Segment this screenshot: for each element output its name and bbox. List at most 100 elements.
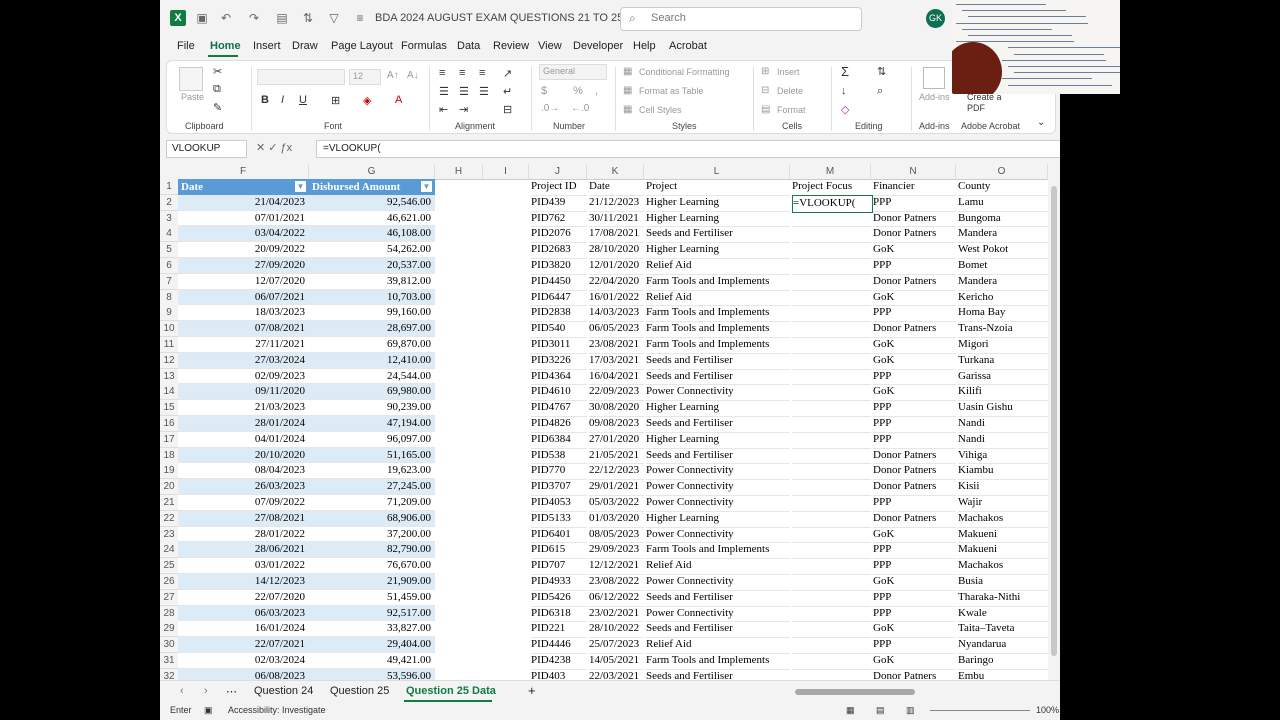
table-cell-amount[interactable]: 96,097.00 (309, 432, 435, 448)
table-header[interactable]: Financier (873, 179, 956, 196)
insert-button[interactable]: Insert (777, 67, 800, 77)
table-cell-date[interactable]: 27/11/2021 (178, 337, 309, 353)
copy-icon[interactable]: ⧉ (213, 83, 221, 96)
increase-decimal-icon[interactable]: .0→ (541, 103, 559, 114)
table-cell[interactable]: Homa Bay (958, 305, 1048, 323)
table-cell[interactable]: 29/01/2021 (589, 479, 644, 496)
row-header[interactable]: 6 (160, 258, 178, 274)
table-cell-amount[interactable]: 37,200.00 (309, 527, 435, 543)
table-cell[interactable] (792, 321, 871, 338)
table-cell[interactable]: 16/01/2022 (589, 290, 644, 307)
table-cell[interactable]: GoK (873, 290, 956, 307)
table-cell[interactable]: Nyandarua (958, 637, 1048, 654)
table-cell[interactable]: Relief Aid (646, 558, 790, 575)
table-cell-amount[interactable]: 46,621.00 (309, 211, 435, 227)
table-cell[interactable] (792, 511, 871, 528)
table-cell-amount[interactable]: 51,459.00 (309, 590, 435, 606)
tab-insert[interactable]: Insert (253, 40, 281, 52)
table-cell[interactable]: Seeds and Fertiliser (646, 416, 790, 433)
table-cell[interactable]: 30/08/2020 (589, 400, 644, 417)
table-cell[interactable] (792, 337, 871, 354)
save-icon[interactable]: ▣ (194, 10, 210, 26)
borders-icon[interactable]: ⊞ (331, 94, 340, 107)
table-cell[interactable]: Donor Patners (873, 463, 956, 481)
table-cell[interactable]: PID2683 (531, 242, 587, 259)
table-cell[interactable]: Higher Learning (646, 432, 790, 449)
table-cell[interactable]: PID540 (531, 321, 587, 338)
table-cell-date[interactable]: 22/07/2021 (178, 637, 309, 653)
cut-icon[interactable]: ✂ (213, 65, 222, 78)
table-cell-date[interactable]: 20/10/2020 (178, 447, 309, 464)
table-cell-date[interactable]: 06/03/2023 (178, 605, 309, 622)
table-cell[interactable]: Farm Tools and Implements (646, 337, 790, 354)
name-box[interactable]: VLOOKUP (166, 140, 247, 158)
tab-acrobat[interactable]: Acrobat (669, 40, 707, 52)
table-cell[interactable] (792, 353, 871, 370)
table-cell[interactable]: Busia (958, 574, 1048, 591)
table-cell[interactable]: PID4610 (531, 384, 587, 402)
tab-help[interactable]: Help (633, 40, 656, 52)
create-pdf-button[interactable]: Create a PDF (967, 92, 1017, 114)
table-cell-amount[interactable]: 39,812.00 (309, 274, 435, 290)
row-header[interactable]: 31 (160, 653, 178, 669)
table-cell[interactable] (792, 495, 871, 512)
accessibility-status[interactable]: Accessibility: Investigate (228, 705, 326, 715)
table-cell[interactable]: Embu (958, 669, 1048, 680)
table-cell-amount[interactable]: 28,697.00 (309, 321, 435, 337)
font-size-box[interactable]: 12 (349, 69, 381, 85)
table-cell[interactable]: 22/12/2023 (589, 463, 644, 481)
table-cell[interactable]: PPP (873, 637, 956, 654)
table-cell-date[interactable]: 07/01/2021 (178, 211, 309, 227)
decrease-indent-icon[interactable]: ⇤ (439, 103, 448, 116)
table-cell-date[interactable]: 16/01/2024 (178, 621, 309, 638)
table-cell[interactable]: PID4767 (531, 400, 587, 417)
horizontal-scrollbar[interactable] (720, 688, 1040, 696)
table-cell[interactable]: PID538 (531, 448, 587, 465)
zoom-level[interactable]: 100% (1036, 705, 1059, 715)
table-cell-amount[interactable]: 69,980.00 (309, 384, 435, 401)
sheet-tab-question-24[interactable]: Question 24 (254, 685, 313, 697)
add-ins-icon[interactable] (923, 67, 945, 89)
table-cell[interactable]: 09/08/2023 (589, 416, 644, 433)
table-cell[interactable]: PID6447 (531, 290, 587, 307)
table-cell[interactable]: Relief Aid (646, 258, 790, 275)
table-cell[interactable] (792, 463, 871, 481)
table-cell-amount[interactable]: 51,165.00 (309, 447, 435, 464)
table-cell[interactable]: Power Connectivity (646, 574, 790, 591)
row-header[interactable]: 12 (160, 352, 178, 369)
table-cell-amount[interactable]: 82,790.00 (309, 542, 435, 559)
cell-styles-icon[interactable]: ▦ (623, 104, 632, 115)
table-cell[interactable]: PID4446 (531, 637, 587, 654)
table-cell[interactable]: 23/08/2021 (589, 337, 644, 354)
row-header[interactable]: 30 (160, 637, 178, 654)
format-button[interactable]: Format (777, 105, 806, 115)
table-cell-amount[interactable]: 49,421.00 (309, 653, 435, 669)
format-as-table-button[interactable]: Format as Table (639, 86, 703, 96)
table-cell[interactable] (792, 527, 871, 544)
fx-icon[interactable]: ✕ ✓ ƒx (256, 141, 292, 154)
table-header[interactable]: County (958, 179, 1048, 196)
table-cell[interactable] (792, 621, 871, 639)
shrink-font-icon[interactable]: A↓ (407, 70, 419, 81)
table-cell[interactable]: PID707 (531, 558, 587, 575)
prev-sheet-icon[interactable]: ‹ (180, 685, 184, 697)
table-cell-amount[interactable]: 54,262.00 (309, 242, 435, 258)
table-cell[interactable]: PPP (873, 369, 956, 386)
tab-developer[interactable]: Developer (573, 40, 623, 52)
table-cell-date[interactable]: 28/01/2024 (178, 416, 309, 432)
tab-data[interactable]: Data (457, 40, 480, 52)
table-cell[interactable] (792, 653, 871, 670)
add-ins-button[interactable]: Add-ins (919, 92, 950, 102)
table-cell[interactable]: PID770 (531, 463, 587, 481)
table-cell-date[interactable]: 06/08/2023 (178, 668, 309, 680)
table-cell-date[interactable]: 27/09/2020 (178, 258, 309, 274)
table-cell[interactable]: Bomet (958, 258, 1048, 275)
row-header[interactable]: 27 (160, 589, 178, 606)
table-cell[interactable]: 22/03/2021 (589, 669, 644, 680)
align-left-icon[interactable]: ☰ (439, 85, 449, 98)
table-header[interactable]: Date ▼ (178, 179, 309, 195)
formula-input[interactable]: =VLOOKUP( (316, 140, 1060, 158)
row-header[interactable]: 1 (160, 179, 178, 195)
table-cell[interactable]: 21/05/2021 (589, 448, 644, 465)
collapse-ribbon-icon[interactable]: ⌄ (1037, 117, 1045, 128)
